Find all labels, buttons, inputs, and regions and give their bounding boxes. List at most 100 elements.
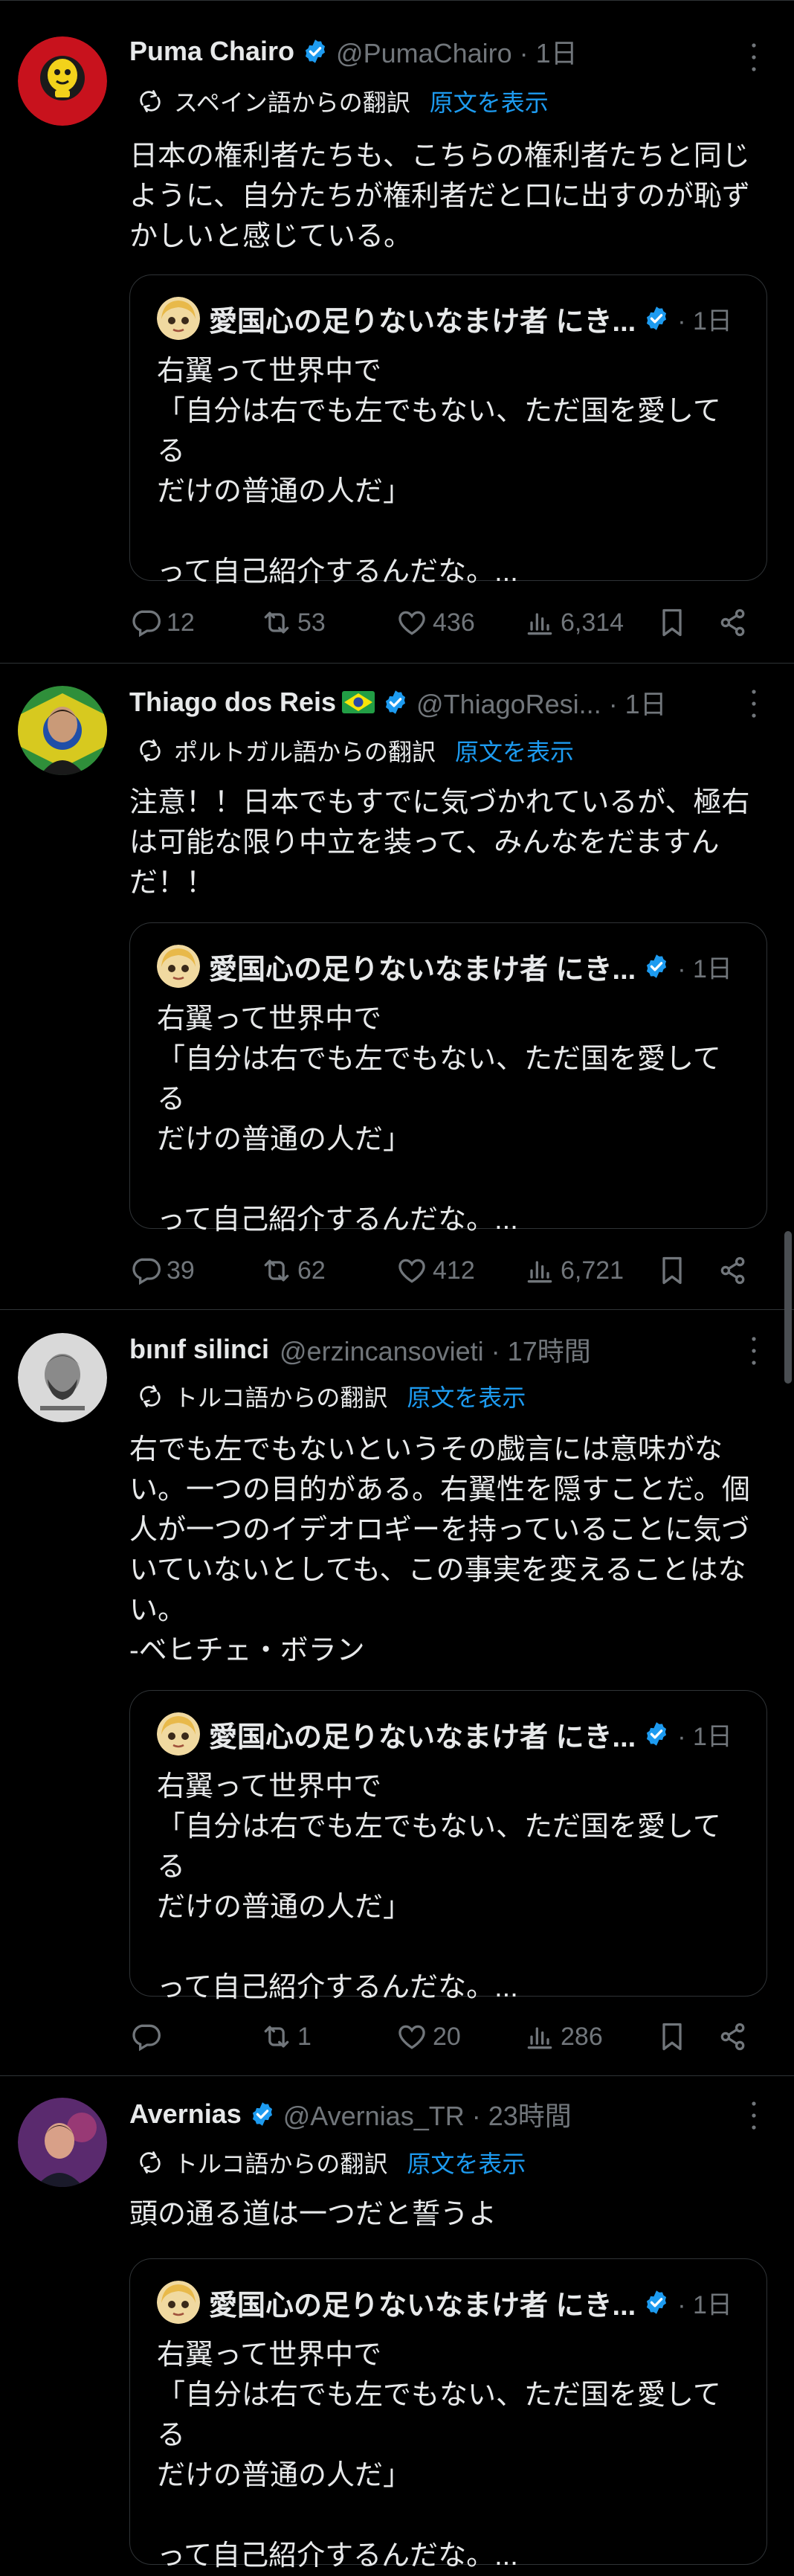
translation-label: ポルトガル語からの翻訳 [174, 739, 436, 765]
views-button[interactable]: 6,314 [523, 600, 624, 645]
reply-icon [132, 1258, 161, 1285]
avatar[interactable] [18, 686, 107, 775]
like-button[interactable]: 412 [396, 1248, 475, 1293]
display-name[interactable]: Thiago dos Reis [129, 687, 336, 718]
share-icon [720, 2023, 745, 2051]
heart-icon [398, 611, 425, 635]
tweet[interactable]: Avernias @Avernias_TR · 23時間 トルコ語からの翻訳 原… [0, 2075, 794, 2572]
quoted-text: 右翼って世界中で 「自分は右でも左でもない、ただ国を愛してる だけの普通の人だ」… [157, 2339, 721, 2572]
views-icon [527, 2027, 552, 2049]
show-original-link[interactable]: 原文を表示 [407, 2145, 526, 2180]
more-options-icon[interactable] [749, 42, 758, 72]
view-count: 6,721 [561, 1256, 624, 1285]
quoted-time: · 1日 [677, 306, 732, 335]
verified-badge-icon[interactable] [302, 38, 329, 65]
show-original-link[interactable]: 原文を表示 [455, 733, 574, 768]
avatar[interactable] [18, 1333, 107, 1422]
bookmark-icon [662, 2023, 682, 2051]
scrollbar-thumb[interactable] [784, 1231, 792, 1384]
reply-count: 12 [167, 608, 195, 637]
tweet[interactable]: Thiago dos Reis @ThiagoResi... · 1日 ポルトガ… [0, 662, 794, 1310]
quoted-avatar [157, 297, 200, 340]
share-button[interactable] [717, 600, 754, 645]
bookmark-icon [662, 608, 682, 637]
like-button[interactable]: 436 [396, 600, 475, 645]
verified-badge-icon [645, 2289, 668, 2316]
show-original-link[interactable]: 原文を表示 [430, 84, 549, 118]
reply-button[interactable] [129, 2014, 167, 2059]
like-count: 412 [433, 1256, 475, 1285]
view-count: 286 [561, 2022, 603, 2051]
retweet-button[interactable]: 62 [260, 1248, 326, 1293]
handle-and-time[interactable]: @ThiagoResi... · 1日 [416, 683, 667, 722]
retweet-count: 53 [297, 608, 326, 637]
display-name[interactable]: Avernias [129, 2098, 242, 2130]
reply-button[interactable]: 12 [129, 600, 195, 645]
handle-and-time[interactable]: @erzincansovieti · 17時間 [280, 1330, 591, 1369]
quoted-display-name: 愛国心の足りないなまけ者 にき... [209, 954, 636, 986]
verified-badge-icon [645, 305, 668, 332]
quoted-time: · 1日 [677, 1722, 732, 1751]
more-options-icon[interactable] [749, 689, 758, 719]
retweet-button[interactable]: 53 [260, 600, 326, 645]
display-name[interactable]: Puma Chairo [129, 36, 294, 67]
quoted-text: 右翼って世界中で 「自分は右でも左でもない、ただ国を愛してる だけの普通の人だ」… [157, 1771, 721, 2003]
reply-count: 39 [167, 1256, 195, 1285]
translation-label: スペイン語からの翻訳 [174, 89, 410, 116]
quoted-tweet[interactable]: 愛国心の足りないなまけ者 にき... · 1日 右翼って世界中で 「自分は右でも… [129, 2258, 767, 2572]
action-bar: 39 62 412 6,721 [129, 1248, 776, 1293]
quoted-display-name: 愛国心の足りないなまけ者 にき... [209, 2290, 636, 2322]
tweet-text: 頭の通る道は一つだと誓うよ [129, 2199, 497, 2230]
tweet[interactable]: Puma Chairo @PumaChairo · 1日 スペイン語からの翻訳 … [0, 0, 794, 664]
retweet-button[interactable]: 1 [260, 2014, 312, 2059]
avatar-image [18, 686, 107, 775]
heart-icon [398, 2025, 425, 2049]
bookmark-button[interactable] [656, 2014, 693, 2059]
like-button[interactable]: 20 [396, 2014, 461, 2059]
share-button[interactable] [717, 2014, 754, 2059]
like-count: 436 [433, 608, 475, 637]
avatar-image [18, 1333, 107, 1422]
handle-and-time[interactable]: @Avernias_TR · 23時間 [283, 2095, 572, 2133]
show-original-link[interactable]: 原文を表示 [407, 1379, 526, 1413]
reply-icon [132, 610, 161, 637]
more-options-icon[interactable] [749, 2101, 758, 2130]
translation-notice: トルコ語からの翻訳 原文を表示 [137, 2144, 526, 2181]
quoted-avatar [157, 945, 200, 988]
handle-and-time[interactable]: @PumaChairo · 1日 [336, 32, 578, 71]
tweet-text: 注意！！日本でもすでに気づかれているが、極右 は可能な限り中立を装って、みんなを… [129, 787, 750, 899]
avatar[interactable] [18, 36, 107, 126]
tweet-header: Puma Chairo @PumaChairo · 1日 [129, 30, 776, 72]
quoted-time: · 1日 [677, 2290, 732, 2319]
avatar[interactable] [18, 2098, 107, 2187]
translation-notice: スペイン語からの翻訳 原文を表示 [137, 83, 549, 120]
share-button[interactable] [717, 1248, 754, 1293]
views-button[interactable]: 6,721 [523, 1248, 624, 1293]
retweet-icon [264, 611, 289, 634]
quoted-text: 右翼って世界中で 「自分は右でも左でもない、ただ国を愛してる だけの普通の人だ」… [157, 356, 721, 588]
retweet-count: 1 [297, 2022, 312, 2051]
verified-badge-icon[interactable] [382, 689, 409, 716]
quoted-tweet-header: 愛国心の足りないなまけ者 にき... · 1日 [157, 1712, 737, 1756]
translate-icon [140, 90, 161, 112]
share-icon [720, 1256, 745, 1285]
bookmark-button[interactable] [656, 1248, 693, 1293]
views-icon [527, 1261, 552, 1283]
display-name[interactable]: bınıf silinci [129, 1334, 269, 1365]
translation-notice: トルコ語からの翻訳 原文を表示 [137, 1378, 526, 1415]
translate-icon [140, 1385, 161, 1407]
tweet-text: 右でも左でもないというその戯言には意味がな い。一つの目的がある。右翼性を隠すこ… [129, 1434, 750, 1666]
translation-label: トルコ語からの翻訳 [174, 2151, 388, 2177]
bookmark-icon [662, 1256, 682, 1285]
brazil-flag-icon [342, 691, 375, 713]
heart-icon [398, 1259, 425, 1283]
more-options-icon[interactable] [749, 1336, 758, 1366]
views-button[interactable]: 286 [523, 2014, 603, 2059]
bookmark-button[interactable] [656, 600, 693, 645]
quoted-tweet[interactable]: 愛国心の足りないなまけ者 にき... · 1日 右翼って世界中で 「自分は右でも… [129, 1690, 767, 2003]
quoted-tweet[interactable]: 愛国心の足りないなまけ者 にき... · 1日 右翼って世界中で 「自分は右でも… [129, 274, 767, 588]
verified-badge-icon[interactable] [249, 2101, 276, 2127]
tweet[interactable]: bınıf silinci @erzincansovieti · 17時間 トル… [0, 1309, 794, 2076]
reply-button[interactable]: 39 [129, 1248, 195, 1293]
quoted-tweet[interactable]: 愛国心の足りないなまけ者 にき... · 1日 右翼って世界中で 「自分は右でも… [129, 922, 767, 1236]
